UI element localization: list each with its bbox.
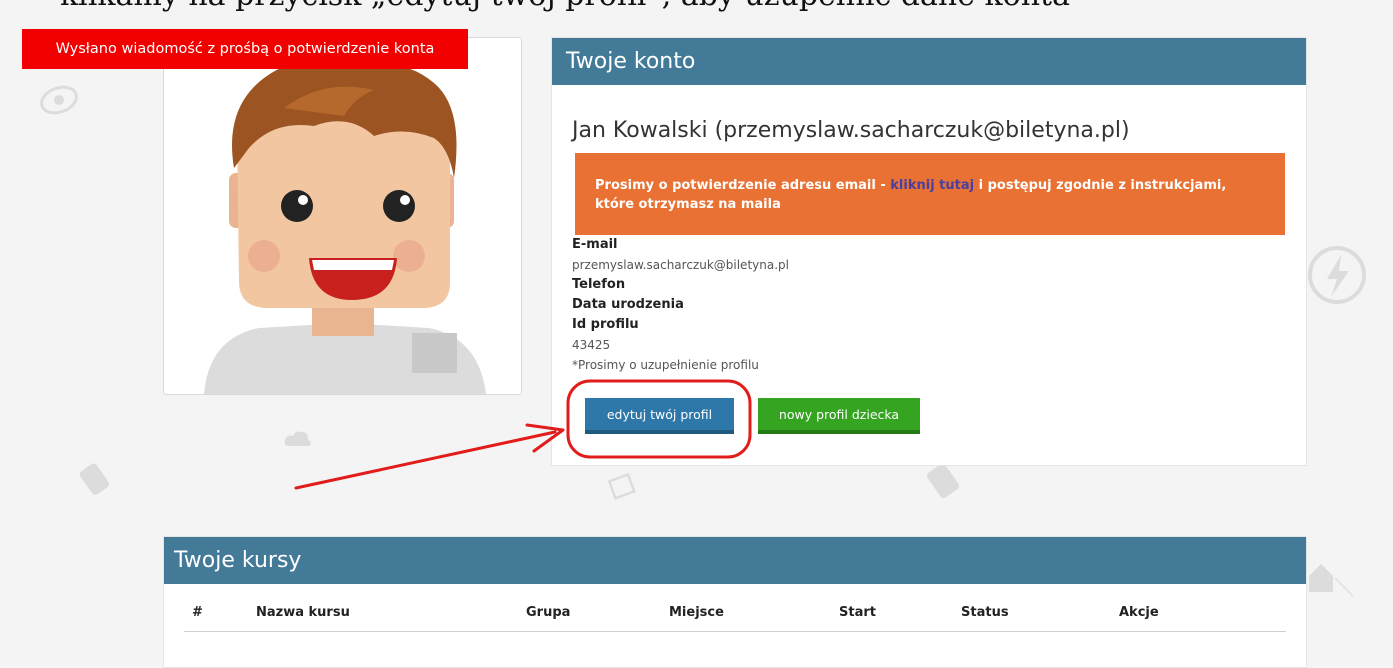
birth-date-label: Data urodzenia bbox=[572, 297, 684, 312]
account-title: Twoje konto bbox=[566, 49, 696, 74]
courses-card: Twoje kursy # Nazwa kursu Grupa Miejsce … bbox=[163, 536, 1307, 668]
column-header-location: Miejsce bbox=[669, 605, 724, 620]
image-doodle-icon bbox=[608, 473, 636, 500]
column-header-status: Status bbox=[961, 605, 1009, 620]
eye-doodle-icon bbox=[40, 85, 78, 115]
account-card-header: Twoje konto bbox=[552, 38, 1306, 85]
profile-details: E-mail przemyslaw.sacharczuk@biletyna.pl… bbox=[572, 235, 789, 375]
avatar-illustration bbox=[204, 59, 486, 394]
table-header-divider bbox=[184, 631, 1286, 632]
profile-avatar-card bbox=[163, 37, 522, 395]
column-header-number: # bbox=[192, 605, 203, 620]
profile-id-value: 43425 bbox=[572, 338, 611, 352]
cropped-caption-text: klikamy na przycisk „edytuj twój profil”… bbox=[60, 0, 1070, 12]
profile-id-label: Id profilu bbox=[572, 317, 639, 332]
column-header-start: Start bbox=[839, 605, 876, 620]
annotation-arrow-line bbox=[294, 430, 557, 490]
complete-profile-note: *Prosimy o uzupełnienie profilu bbox=[572, 358, 759, 372]
cropped-caption: klikamy na przycisk „edytuj twój profil”… bbox=[0, 0, 1393, 12]
lightning-doodle-icon bbox=[1308, 246, 1366, 304]
edit-profile-button[interactable]: edytuj twój profil bbox=[585, 398, 734, 434]
house-doodle-icon bbox=[1309, 564, 1354, 597]
email-label: E-mail bbox=[572, 237, 618, 252]
user-name-heading: Jan Kowalski (przemyslaw.sacharczuk@bile… bbox=[572, 118, 1130, 143]
courses-title: Twoje kursy bbox=[174, 548, 302, 573]
notification-toast: Wysłano wiadomość z prośbą o potwierdzen… bbox=[22, 29, 468, 69]
column-header-group: Grupa bbox=[526, 605, 571, 620]
alert-prefix-text: Prosimy o potwierdzenie adresu email - bbox=[595, 178, 891, 193]
column-header-course-name: Nazwa kursu bbox=[256, 605, 350, 620]
email-value: przemyslaw.sacharczuk@biletyna.pl bbox=[572, 258, 789, 272]
cloud-doodle-icon bbox=[284, 431, 311, 446]
column-header-actions: Akcje bbox=[1119, 605, 1159, 620]
phone-label: Telefon bbox=[572, 277, 626, 292]
new-child-profile-button[interactable]: nowy profil dziecka bbox=[758, 398, 920, 434]
account-card: Twoje konto Jan Kowalski (przemyslaw.sac… bbox=[551, 37, 1307, 466]
email-confirmation-alert: Prosimy o potwierdzenie adresu email - k… bbox=[575, 153, 1285, 235]
confirm-email-link[interactable]: kliknij tutaj bbox=[890, 178, 974, 193]
courses-card-header: Twoje kursy bbox=[164, 537, 1306, 584]
bug-doodle-icon bbox=[79, 463, 110, 495]
